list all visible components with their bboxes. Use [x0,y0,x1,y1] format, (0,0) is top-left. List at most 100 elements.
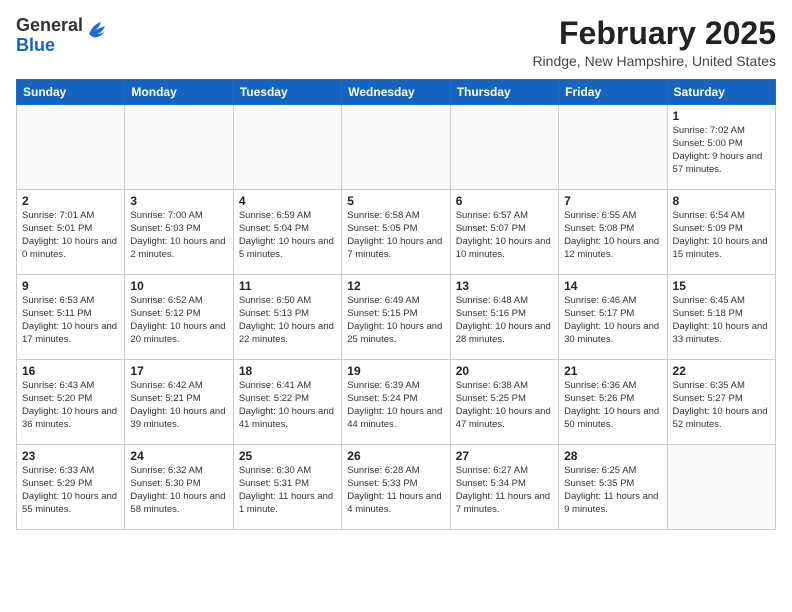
day-info: Sunrise: 6:27 AM Sunset: 5:34 PM Dayligh… [456,465,553,516]
calendar-day: 7 Sunrise: 6:55 AM Sunset: 5:08 PM Daylig… [559,190,667,275]
calendar-header-sunday: Sunday [17,80,125,105]
location: Rindge, New Hampshire, United States [532,53,776,69]
calendar-day: 12Sunrise: 6:49 AM Sunset: 5:15 PM Dayli… [342,275,450,360]
day-number: 6 [456,194,553,208]
calendar-header-wednesday: Wednesday [342,80,450,105]
logo-bird-icon [85,18,109,42]
day-number: 23 [22,449,119,463]
calendar-day: 19 Sunrise: 6:39 AM Sunset: 5:24 PM Dayli… [342,360,450,445]
day-number: 28 [564,449,661,463]
day-info: Sunrise: 6:53 AM Sunset: 5:11 PM Dayligh… [22,295,119,346]
calendar-day: 25 Sunrise: 6:30 AM Sunset: 5:31 PM Dayli… [233,445,341,530]
day-number: 13 [456,279,553,293]
day-number: 21 [564,364,661,378]
day-number: 25 [239,449,336,463]
calendar-day: 22 Sunrise: 6:35 AM Sunset: 5:27 PM Dayli… [667,360,775,445]
calendar-day [125,105,233,190]
day-number: 12 [347,279,444,293]
day-info: Sunrise: 7:01 AM Sunset: 5:01 PM Dayligh… [22,210,119,261]
logo-blue: Blue [16,36,83,56]
calendar-day: 16Sunrise: 6:43 AM Sunset: 5:20 PM Dayli… [17,360,125,445]
calendar-week-1: 2 Sunrise: 7:01 AM Sunset: 5:01 PM Daylig… [17,190,776,275]
logo-general: General [16,16,83,36]
calendar-day: 23Sunrise: 6:33 AM Sunset: 5:29 PM Dayli… [17,445,125,530]
calendar-day: 8Sunrise: 6:54 AM Sunset: 5:09 PM Daylig… [667,190,775,275]
day-info: Sunrise: 6:52 AM Sunset: 5:12 PM Dayligh… [130,295,227,346]
calendar-day [450,105,558,190]
day-info: Sunrise: 6:28 AM Sunset: 5:33 PM Dayligh… [347,465,444,516]
calendar-day: 4 Sunrise: 6:59 AM Sunset: 5:04 PM Daylig… [233,190,341,275]
calendar-week-0: 1 Sunrise: 7:02 AM Sunset: 5:00 PM Daylig… [17,105,776,190]
day-info: Sunrise: 6:54 AM Sunset: 5:09 PM Dayligh… [673,210,770,261]
calendar-header-tuesday: Tuesday [233,80,341,105]
day-info: Sunrise: 6:45 AM Sunset: 5:18 PM Dayligh… [673,295,770,346]
day-info: Sunrise: 6:59 AM Sunset: 5:04 PM Dayligh… [239,210,336,261]
day-info: Sunrise: 7:02 AM Sunset: 5:00 PM Dayligh… [673,125,770,176]
calendar-day [667,445,775,530]
calendar-week-2: 9 Sunrise: 6:53 AM Sunset: 5:11 PM Daylig… [17,275,776,360]
calendar-day: 3Sunrise: 7:00 AM Sunset: 5:03 PM Daylig… [125,190,233,275]
day-number: 27 [456,449,553,463]
calendar-day: 2 Sunrise: 7:01 AM Sunset: 5:01 PM Daylig… [17,190,125,275]
calendar-day: 24 Sunrise: 6:32 AM Sunset: 5:30 PM Dayli… [125,445,233,530]
calendar-day: 10 Sunrise: 6:52 AM Sunset: 5:12 PM Dayli… [125,275,233,360]
calendar-day: 15 Sunrise: 6:45 AM Sunset: 5:18 PM Dayli… [667,275,775,360]
header: General Blue February 2025 Rindge, New H… [16,16,776,69]
day-info: Sunrise: 7:00 AM Sunset: 5:03 PM Dayligh… [130,210,227,261]
calendar-day: 28 Sunrise: 6:25 AM Sunset: 5:35 PM Dayli… [559,445,667,530]
calendar-day: 13Sunrise: 6:48 AM Sunset: 5:16 PM Dayli… [450,275,558,360]
calendar-day: 9 Sunrise: 6:53 AM Sunset: 5:11 PM Daylig… [17,275,125,360]
calendar-day: 20 Sunrise: 6:38 AM Sunset: 5:25 PM Dayli… [450,360,558,445]
day-info: Sunrise: 6:58 AM Sunset: 5:05 PM Dayligh… [347,210,444,261]
day-number: 4 [239,194,336,208]
calendar-day: 6 Sunrise: 6:57 AM Sunset: 5:07 PM Daylig… [450,190,558,275]
calendar-day: 18 Sunrise: 6:41 AM Sunset: 5:22 PM Dayli… [233,360,341,445]
calendar-day: 11 Sunrise: 6:50 AM Sunset: 5:13 PM Dayli… [233,275,341,360]
day-info: Sunrise: 6:50 AM Sunset: 5:13 PM Dayligh… [239,295,336,346]
logo: General Blue [16,16,109,56]
day-info: Sunrise: 6:41 AM Sunset: 5:22 PM Dayligh… [239,380,336,431]
calendar-day: 5 Sunrise: 6:58 AM Sunset: 5:05 PM Daylig… [342,190,450,275]
calendar-header-friday: Friday [559,80,667,105]
day-info: Sunrise: 6:57 AM Sunset: 5:07 PM Dayligh… [456,210,553,261]
calendar-header-saturday: Saturday [667,80,775,105]
calendar-day: 14 Sunrise: 6:46 AM Sunset: 5:17 PM Dayli… [559,275,667,360]
day-info: Sunrise: 6:25 AM Sunset: 5:35 PM Dayligh… [564,465,661,516]
day-number: 26 [347,449,444,463]
day-info: Sunrise: 6:38 AM Sunset: 5:25 PM Dayligh… [456,380,553,431]
day-number: 17 [130,364,227,378]
day-info: Sunrise: 6:55 AM Sunset: 5:08 PM Dayligh… [564,210,661,261]
day-number: 7 [564,194,661,208]
day-info: Sunrise: 6:39 AM Sunset: 5:24 PM Dayligh… [347,380,444,431]
day-info: Sunrise: 6:30 AM Sunset: 5:31 PM Dayligh… [239,465,336,516]
logo-text: General Blue [16,16,83,56]
day-info: Sunrise: 6:46 AM Sunset: 5:17 PM Dayligh… [564,295,661,346]
calendar-day: 1 Sunrise: 7:02 AM Sunset: 5:00 PM Daylig… [667,105,775,190]
calendar-header-thursday: Thursday [450,80,558,105]
day-number: 2 [22,194,119,208]
day-info: Sunrise: 6:32 AM Sunset: 5:30 PM Dayligh… [130,465,227,516]
day-number: 11 [239,279,336,293]
day-number: 15 [673,279,770,293]
day-number: 20 [456,364,553,378]
day-info: Sunrise: 6:36 AM Sunset: 5:26 PM Dayligh… [564,380,661,431]
page: General Blue February 2025 Rindge, New H… [0,0,792,540]
day-number: 10 [130,279,227,293]
day-number: 24 [130,449,227,463]
day-info: Sunrise: 6:43 AM Sunset: 5:20 PM Dayligh… [22,380,119,431]
day-number: 5 [347,194,444,208]
day-number: 14 [564,279,661,293]
calendar-day: 21 Sunrise: 6:36 AM Sunset: 5:26 PM Dayli… [559,360,667,445]
day-number: 1 [673,109,770,123]
calendar-header-monday: Monday [125,80,233,105]
day-info: Sunrise: 6:42 AM Sunset: 5:21 PM Dayligh… [130,380,227,431]
calendar-day: 26 Sunrise: 6:28 AM Sunset: 5:33 PM Dayli… [342,445,450,530]
calendar-day [342,105,450,190]
day-number: 18 [239,364,336,378]
day-number: 9 [22,279,119,293]
day-number: 19 [347,364,444,378]
calendar-day [17,105,125,190]
day-info: Sunrise: 6:35 AM Sunset: 5:27 PM Dayligh… [673,380,770,431]
calendar-day [559,105,667,190]
day-number: 22 [673,364,770,378]
